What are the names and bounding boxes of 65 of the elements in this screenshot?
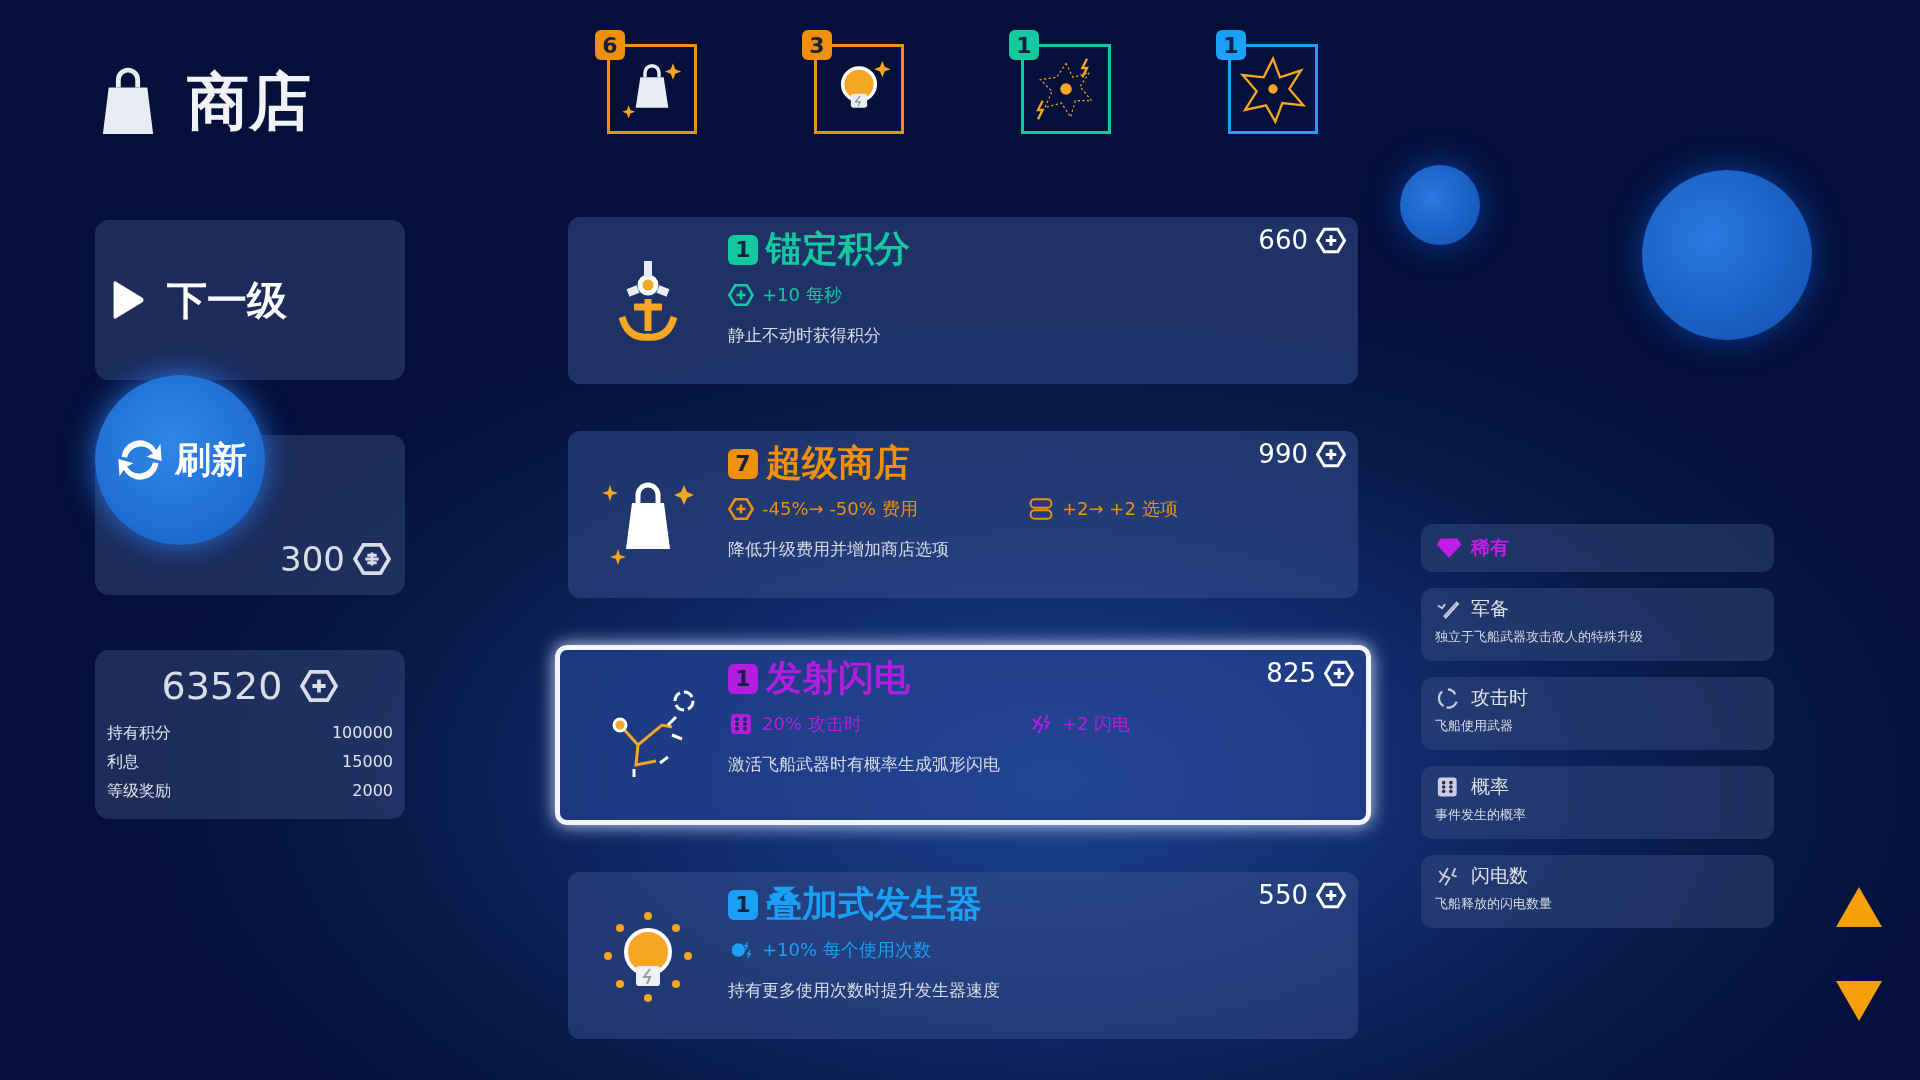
next-level-button[interactable]: 下一级: [95, 220, 405, 380]
scroll-down-button[interactable]: [1834, 979, 1884, 1023]
item-price: 990: [1258, 439, 1308, 469]
level-badge: 1: [728, 663, 758, 694]
shop-item-card[interactable]: 7 超级商店 -45%→ -50% 费用 +2→ +2 选项 降低升级费用并增加商店选项 990: [568, 431, 1358, 598]
options-icon: [1028, 497, 1054, 521]
refresh-cost: 300: [280, 539, 345, 579]
legend-description: 飞船使用武器: [1435, 717, 1514, 735]
item-name: 叠加式发生器: [766, 882, 982, 926]
item-description: 静止不动时获得积分: [728, 324, 882, 347]
coin-icon: [353, 542, 391, 576]
effect-text: +10 每秒: [762, 283, 842, 307]
legend-title: 攻击时: [1471, 685, 1528, 710]
play-icon: [111, 280, 145, 320]
item-price: 825: [1266, 658, 1316, 688]
level-badge: 1: [728, 889, 758, 920]
star-burst-icon: [1238, 54, 1308, 124]
legend-title: 闪电数: [1471, 863, 1528, 888]
scroll-up-button[interactable]: [1834, 885, 1884, 929]
stat-value: 2000: [352, 780, 393, 802]
item-price: 550: [1258, 880, 1308, 910]
effect-text: -45%→ -50% 费用: [762, 497, 918, 521]
coin-icon: [1316, 440, 1346, 468]
coin-icon: [1324, 659, 1354, 687]
legend-description: 飞船释放的闪电数量: [1435, 895, 1553, 913]
coin-icon: [1316, 881, 1346, 909]
effect-text: +10% 每个使用次数: [762, 938, 931, 962]
dice-icon: [728, 712, 754, 736]
item-name: 锚定积分: [766, 227, 910, 271]
item-description: 激活飞船武器时有概率生成弧形闪电: [728, 753, 1001, 776]
item-description: 降低升级费用并增加商店选项: [728, 538, 950, 561]
refresh-button[interactable]: 刷新: [95, 375, 265, 545]
level-badge: 1: [728, 234, 758, 265]
effect-text: +2 闪电: [1062, 712, 1131, 736]
legend-title: 军备: [1471, 596, 1509, 621]
count-badge: 3: [802, 30, 832, 60]
coin-icon: [1316, 226, 1346, 254]
effect-text: 20% 攻击时: [762, 712, 862, 736]
legend-description: 事件发生的概率: [1435, 806, 1527, 824]
page-title: 商店: [187, 64, 311, 140]
item-name: 超级商店: [766, 441, 910, 485]
shop-item-card[interactable]: 1 锚定积分 +10 每秒 静止不动时获得积分 660: [568, 217, 1358, 384]
missile-icon: [1435, 598, 1461, 620]
legend-title: 概率: [1471, 774, 1509, 799]
shop-item-card[interactable]: 1 发射闪电 20% 攻击时 +2 闪电 激活飞船武器时有概率生成弧形闪电 825: [555, 645, 1371, 825]
rarity-label: 稀有: [1471, 535, 1509, 560]
legend-description: 独立于飞船武器攻击敌人的特殊升级: [1435, 628, 1644, 646]
item-price: 660: [1258, 225, 1308, 255]
shop-item-card[interactable]: 1 叠加式发生器 +10% 每个使用次数 持有更多使用次数时提升发生器速度 550: [568, 872, 1358, 1039]
stat-label: 持有积分: [107, 722, 171, 744]
balance-total: 63520: [161, 664, 283, 708]
level-badge: 7: [728, 448, 758, 479]
count-badge: 1: [1009, 30, 1039, 60]
count-badge: 6: [595, 30, 625, 60]
stat-value: 15000: [342, 751, 393, 773]
item-description: 持有更多使用次数时提升发生器速度: [728, 979, 1001, 1002]
coin-icon: [728, 283, 754, 307]
stat-value: 100000: [331, 722, 393, 744]
effect-text: +2→ +2 选项: [1062, 497, 1178, 521]
item-name: 发射闪电: [766, 656, 910, 700]
coin-icon: [728, 497, 754, 521]
count-badge: 1: [1216, 30, 1246, 60]
coin-icon: [300, 669, 339, 703]
stat-label: 等级奖励: [107, 780, 171, 802]
stat-label: 利息: [107, 751, 139, 773]
